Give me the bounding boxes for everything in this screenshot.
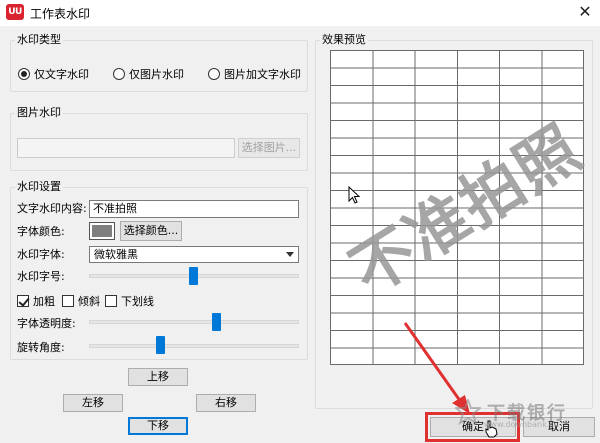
annotation-arrow-icon — [403, 322, 470, 414]
logo-star-icon — [455, 399, 481, 425]
site-url: www.downbank.cn — [484, 420, 559, 429]
